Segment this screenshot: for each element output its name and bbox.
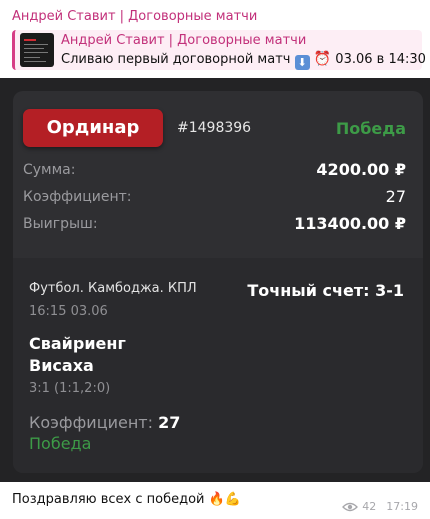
bet-status: Победа: [335, 119, 406, 138]
down-arrow-icon: ⬇: [294, 55, 310, 70]
reply-title: Андрей Ставит | Договорные матчи: [61, 33, 307, 48]
caption-text: Поздравляю всех с победой: [12, 492, 209, 507]
amount-label: Сумма:: [23, 162, 76, 178]
sender-name[interactable]: Андрей Ставит | Договорные матчи: [12, 9, 257, 24]
reply-text-before: Сливаю первый договорной матч: [61, 52, 295, 67]
fire-icon: 🔥: [208, 492, 225, 507]
team-home: Свайриенг: [29, 334, 126, 353]
event-datetime: 16:15 03.06: [29, 304, 108, 319]
amount-value: 4200.00 ₽: [316, 160, 406, 179]
flexed-biceps-icon: 💪: [224, 492, 241, 507]
event-coefficient-value: 27: [158, 413, 181, 432]
event-coefficient-label: Коэффициент:: [29, 413, 153, 432]
eye-icon: [342, 502, 359, 511]
bet-market: Точный счет: 3-1: [247, 281, 404, 300]
reply-text: Сливаю первый договорной матч ⬇ ⏰ 03.06 …: [61, 51, 430, 70]
winnings-label: Выигрыш:: [23, 216, 98, 232]
reply-thumbnail: [20, 33, 54, 67]
event-coefficient: Коэффициент: 27: [29, 413, 180, 432]
winnings-value: 113400.00 ₽: [294, 214, 406, 233]
coefficient-value: 27: [385, 187, 406, 206]
message-time: 17:19: [386, 500, 418, 513]
alarm-clock-icon: ⏰: [313, 51, 332, 67]
team-away: Висаха: [29, 356, 94, 375]
reply-text-after: 03.06 в 14:30 ...: [335, 52, 430, 67]
view-count: 42: [362, 500, 377, 513]
reply-preview[interactable]: Андрей Ставит | Договорные матчи Сливаю …: [12, 30, 430, 70]
message-caption: Поздравляю всех с победой 🔥💪: [12, 492, 241, 507]
match-score: 3:1 (1:1,2:0): [29, 381, 111, 396]
coefficient-label: Коэффициент:: [23, 189, 132, 205]
bet-type-badge: Ординар: [23, 109, 163, 147]
message-meta: 42 17:19: [342, 500, 418, 513]
event-result: Победа: [29, 434, 92, 453]
bet-id: #1498396: [177, 120, 252, 136]
event-league: Футбол. Камбоджа. КПЛ: [29, 281, 197, 296]
